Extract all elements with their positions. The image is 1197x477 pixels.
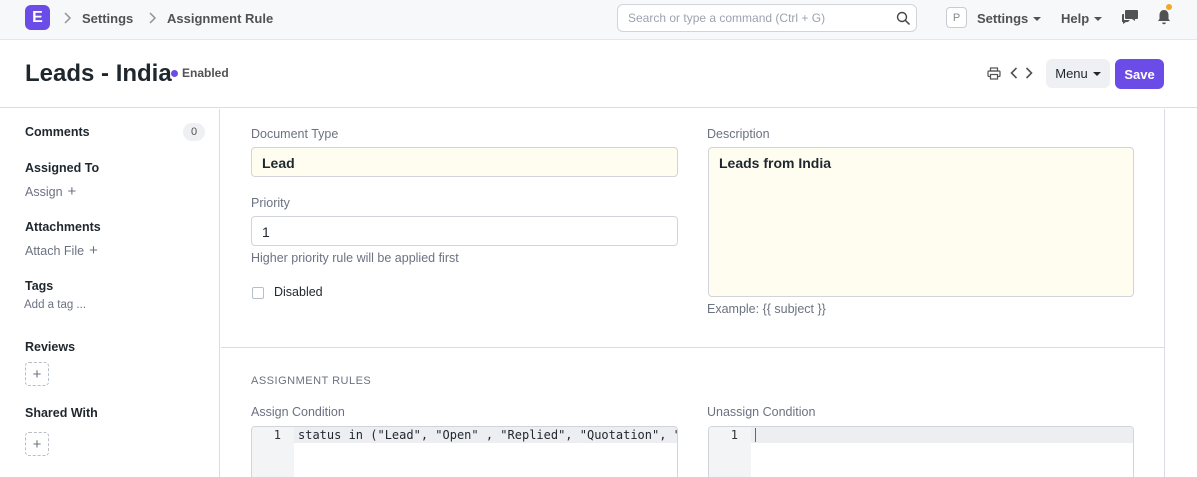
comments-label[interactable]: Comments [25, 125, 90, 139]
settings-dropdown-label: Settings [977, 11, 1029, 26]
add-share-button[interactable]: + [25, 432, 49, 456]
help-dropdown-label: Help [1061, 11, 1090, 26]
breadcrumb-settings[interactable]: Settings [82, 11, 133, 26]
plus-icon: + [32, 435, 42, 453]
line-number: 1 [730, 428, 738, 442]
priority-label: Priority [251, 196, 290, 210]
status-indicator-dot [171, 70, 178, 77]
line-number: 1 [273, 428, 281, 442]
attach-file-link[interactable]: Attach File + [25, 242, 98, 259]
help-dropdown[interactable]: Help [1061, 11, 1103, 26]
settings-dropdown[interactable]: Settings [977, 11, 1042, 26]
tags-label: Tags [25, 279, 54, 293]
section-divider [221, 347, 1165, 348]
chevron-right-icon [61, 11, 75, 25]
menu-button-label: Menu [1055, 66, 1088, 81]
assign-link-label: Assign [25, 184, 63, 199]
assign-link[interactable]: Assign + [25, 183, 76, 200]
assignment-rules-section-title: ASSIGNMENT RULES [251, 375, 372, 387]
add-review-button[interactable]: + [25, 362, 49, 386]
search-icon[interactable] [896, 11, 911, 26]
save-button[interactable]: Save [1115, 59, 1164, 89]
plus-icon: + [67, 183, 77, 200]
comments-count-badge: 0 [183, 123, 205, 141]
document-type-label: Document Type [251, 127, 339, 141]
assign-condition-label: Assign Condition [251, 405, 345, 419]
chat-icon[interactable] [1121, 9, 1139, 25]
disabled-checkbox[interactable] [252, 287, 264, 299]
avatar[interactable]: P [946, 7, 967, 28]
search-bar[interactable] [617, 4, 917, 32]
unassign-condition-label: Unassign Condition [707, 405, 816, 419]
form-main: Document Type Lead Priority 1 Higher pri… [221, 109, 1165, 477]
plus-icon: + [89, 242, 98, 259]
notification-dot [1166, 4, 1172, 10]
line-number-gutter: 1 [709, 427, 751, 477]
active-line-highlight [709, 427, 1133, 443]
caret-down-icon [1092, 71, 1101, 76]
plus-icon: + [32, 365, 42, 383]
next-record-icon[interactable] [1024, 66, 1034, 80]
disabled-checkbox-label[interactable]: Disabled [274, 285, 323, 299]
reviews-label: Reviews [25, 340, 76, 354]
description-help-text: Example: {{ subject }} [707, 302, 826, 316]
chevron-right-icon [146, 11, 160, 25]
priority-field[interactable]: 1 [251, 216, 678, 246]
text-cursor [755, 428, 756, 442]
caret-down-icon [1033, 16, 1042, 21]
caret-down-icon [1094, 16, 1103, 21]
status-badge: Enabled [182, 66, 229, 80]
add-tag-link[interactable]: Add a tag ... [24, 299, 86, 311]
menu-button[interactable]: Menu [1046, 59, 1110, 88]
assigned-to-label: Assigned To [25, 161, 100, 175]
assign-condition-editor[interactable]: 1 status in ("Lead", "Open" , "Replied",… [251, 426, 678, 477]
form-sidebar: Comments 0 Assigned To Assign + Attachme… [0, 109, 220, 477]
assign-condition-code[interactable]: status in ("Lead", "Open" , "Replied", "… [298, 427, 677, 443]
navbar: E Settings Assignment Rule P Settings He… [0, 0, 1197, 40]
page-head: Leads - India Enabled Menu Save [0, 40, 1197, 108]
attachments-label: Attachments [25, 220, 101, 234]
print-icon[interactable] [987, 67, 1001, 80]
page-title: Leads - India [25, 60, 172, 87]
priority-help-text: Higher priority rule will be applied fir… [251, 251, 459, 265]
search-input[interactable] [618, 5, 888, 31]
notification-bell-icon[interactable] [1156, 8, 1172, 26]
document-type-field[interactable]: Lead [251, 147, 678, 177]
attach-file-link-label: Attach File [25, 243, 85, 258]
description-label: Description [707, 127, 770, 141]
breadcrumb-assignment-rule[interactable]: Assignment Rule [167, 11, 273, 26]
app-logo[interactable]: E [25, 5, 50, 30]
unassign-condition-editor[interactable]: 1 [708, 426, 1134, 477]
line-number-gutter: 1 [252, 427, 294, 477]
previous-record-icon[interactable] [1009, 66, 1019, 80]
description-field[interactable]: Leads from India [708, 147, 1134, 297]
shared-with-label: Shared With [25, 406, 98, 420]
